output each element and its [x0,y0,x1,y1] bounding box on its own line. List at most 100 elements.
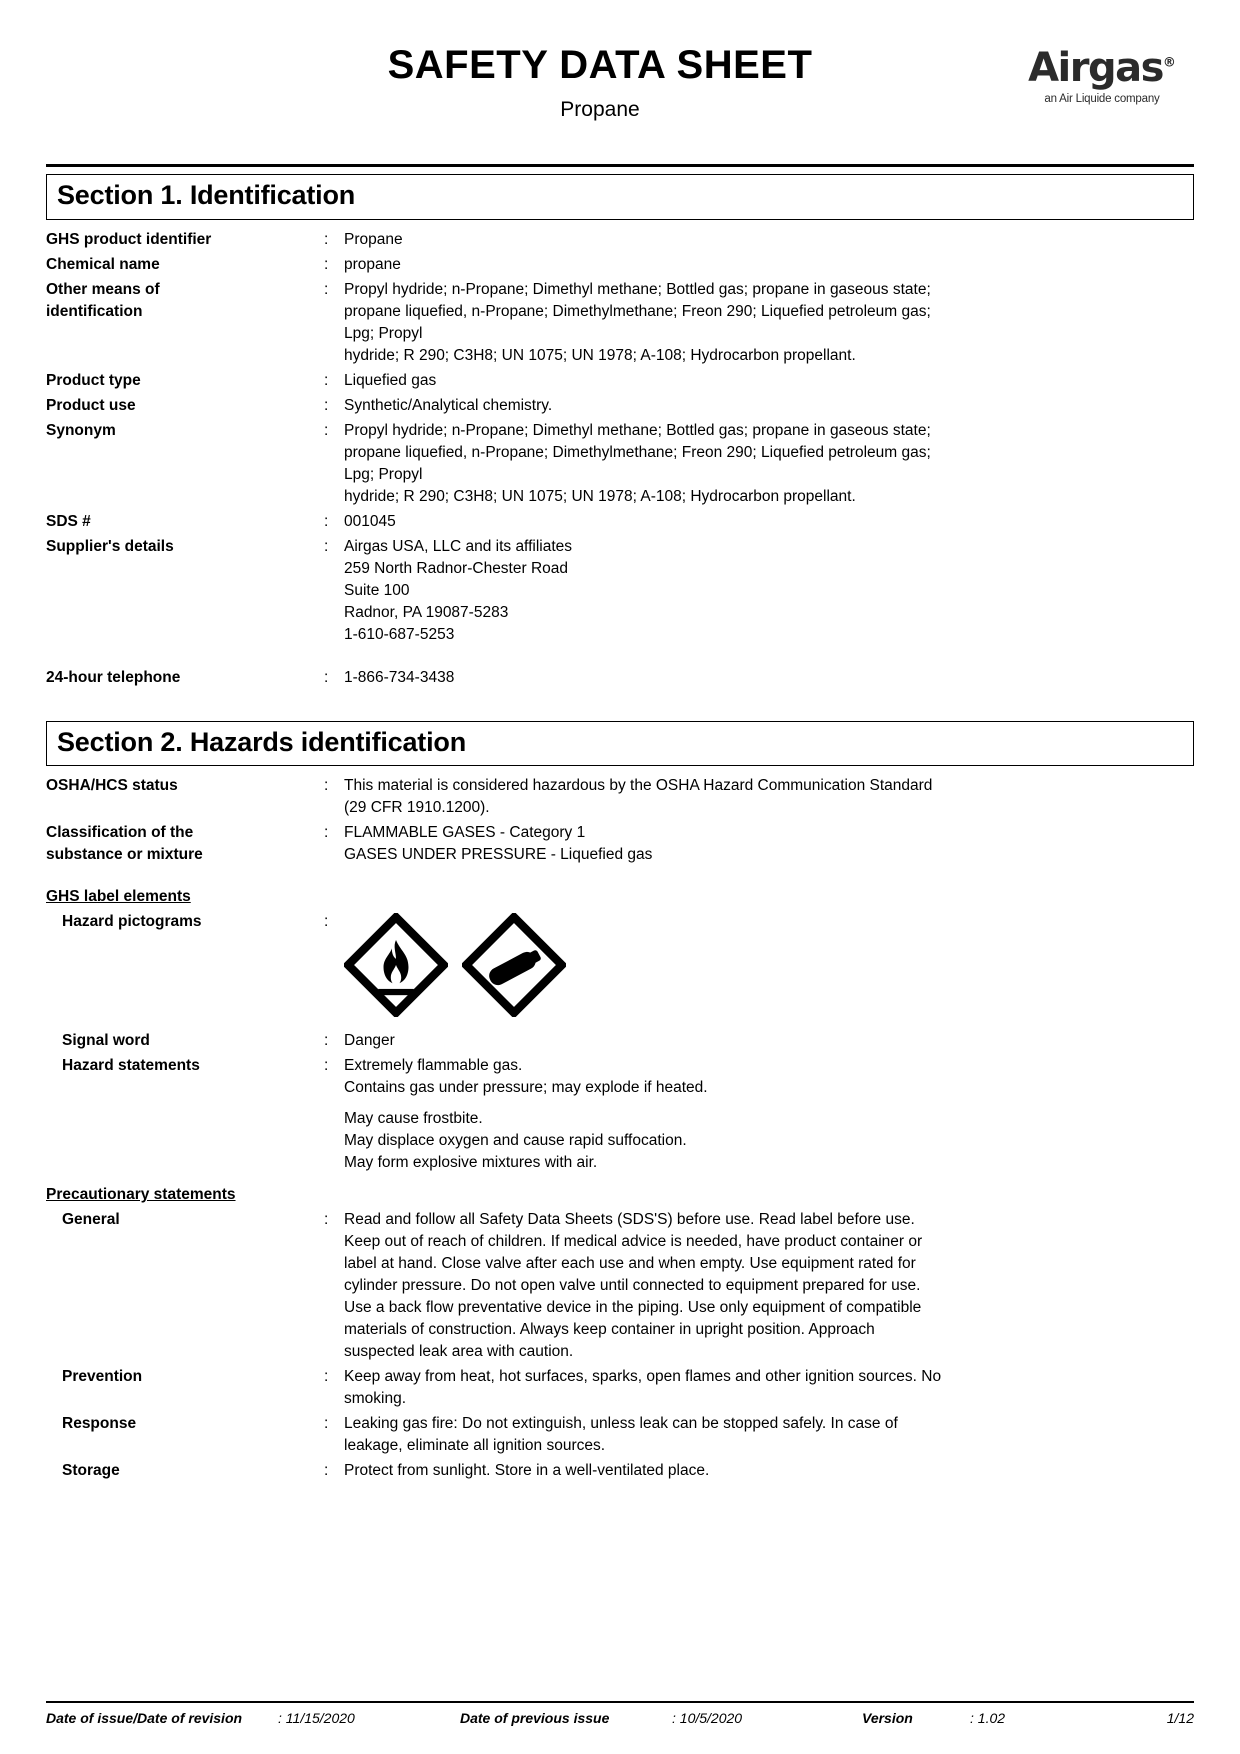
footer-previous-issue-label: Date of previous issue [460,1710,610,1726]
row-colon: : [324,255,329,273]
row-value: Protect from sunlight. Store in a well-v… [344,1459,1194,1482]
section-2-banner: Section 2. Hazards identification [46,720,1194,767]
section-2-title: Section 2. Hazards identification [57,726,466,757]
text-line: Leaking gas fire: Do not extinguish, unl… [344,1415,898,1433]
row-precaution-general: General : Read and follow all Safety Dat… [46,1208,1194,1363]
sds-page: SAFETY DATA SHEET Propane Airgas® an Air… [0,0,1240,1754]
footer-row: Date of issue/Date of revision : 11/15/2… [46,1703,1194,1726]
text-line: Keep away from heat, hot surfaces, spark… [344,1368,942,1386]
row-colon: : [324,913,329,931]
row-label: General [62,1211,120,1229]
row-value: Read and follow all Safety Data Sheets (… [344,1208,1194,1363]
brand-wordmark-text: Airgas [1028,45,1164,91]
row-value: 1-866-734-3438 [344,668,455,686]
section-1-rows: GHS product identifier : Propane Chemica… [46,228,1194,689]
text-line: May displace oxygen and cause rapid suff… [344,1132,687,1150]
footer-previous-issue-value: : 10/5/2020 [672,1710,743,1726]
row-value: FLAMMABLE GASES - Category 1 GASES UNDER… [344,821,1194,866]
row-product-type: Product type : Liquefied gas [46,369,1194,392]
text-line: (29 CFR 1910.1200). [344,799,490,817]
text-line: Protect from sunlight. Store in a well-v… [344,1462,710,1480]
text-line: Radnor, PA 19087-5283 [344,603,509,621]
row-label: SDS # [46,512,91,530]
gas-cylinder-pictogram [462,913,566,1018]
row-label: Synonym [46,421,116,439]
row-label: Prevention [62,1368,143,1386]
row-value: Synthetic/Analytical chemistry. [344,396,553,414]
row-hazard-pictograms: Hazard pictograms : [46,910,1194,1018]
text-line: materials of construction. Always keep c… [344,1321,875,1339]
row-colon: : [324,824,329,842]
row-label: Hazard pictograms [62,913,202,931]
section-2-rows: OSHA/HCS status : This material is consi… [46,774,1194,1482]
text-line: Extremely flammable gas. [344,1057,523,1075]
row-value [344,910,1194,1018]
header-divider [46,164,1194,167]
row-colon: : [324,1415,329,1433]
row-sds-number: SDS # : 001045 [46,510,1194,533]
row-suppliers-details: Supplier's details : Airgas USA, LLC and… [46,535,1194,646]
row-precaution-response: Response : Leaking gas fire: Do not exti… [46,1412,1194,1457]
row-value: Extremely flammable gas. Contains gas un… [344,1054,1194,1174]
row-label: Classification of the substance or mixtu… [46,824,203,864]
registered-trademark-icon: ® [1162,55,1176,71]
footer-version-value: : 1.02 [970,1710,1006,1726]
text-line: Lpg; Propyl [344,324,423,342]
row-value: Propyl hydride; n-Propane; Dimethyl meth… [344,419,1194,508]
brand-wordmark: Airgas® [1010,48,1194,88]
row-colon: : [324,1211,329,1229]
row-label: Product use [46,396,136,414]
text-line: suspected leak area with caution. [344,1343,574,1361]
row-colon: : [324,1032,329,1050]
row-synonym: Synonym : Propyl hydride; n-Propane; Dim… [46,419,1194,508]
pictogram-group [344,911,1194,1018]
row-colon: : [324,1462,329,1480]
row-label: Supplier's details [46,537,174,555]
row-signal-word: Signal word : Danger [46,1029,1194,1052]
text-line: Keep out of reach of children. If medica… [344,1233,923,1251]
row-value: Leaking gas fire: Do not extinguish, unl… [344,1412,1194,1457]
row-colon: : [324,371,329,389]
row-colon: : [324,1368,329,1386]
row-value: 001045 [344,512,396,530]
text-line: May form explosive mixtures with air. [344,1154,598,1172]
text-line: FLAMMABLE GASES - Category 1 [344,824,586,842]
row-other-means-of-identification: Other means of identification : Propyl h… [46,278,1194,367]
ghs-label-elements-heading: GHS label elements [46,888,191,906]
row-precaution-prevention: Prevention : Keep away from heat, hot su… [46,1365,1194,1410]
flame-pictogram [344,913,448,1018]
row-osha-hcs-status: OSHA/HCS status : This material is consi… [46,774,1194,819]
row-colon: : [324,421,329,439]
text-line: Read and follow all Safety Data Sheets (… [344,1211,915,1229]
row-colon: : [324,512,329,530]
product-name-subtitle: Propane [560,98,640,121]
row-value: Propyl hydride; n-Propane; Dimethyl meth… [344,278,1194,367]
text-line: propane liquefied, n-Propane; Dimethylme… [344,443,931,461]
text-line: label at hand. Close valve after each us… [344,1255,916,1273]
row-product-use: Product use : Synthetic/Analytical chemi… [46,394,1194,417]
row-colon: : [324,1057,329,1075]
row-label: OSHA/HCS status [46,777,178,795]
text-line: Use a back flow preventative device in t… [344,1299,922,1317]
text-line: 259 North Radnor-Chester Road [344,559,569,577]
row-colon: : [324,537,329,555]
page-title: SAFETY DATA SHEET [387,43,813,87]
row-colon: : [324,668,329,686]
row-value: This material is considered hazardous by… [344,774,1194,819]
text-line: hydride; R 290; C3H8; UN 1075; UN 1978; … [344,346,856,364]
ghs-label-elements-heading-wrap: GHS label elements [46,878,1194,910]
row-value: Keep away from heat, hot surfaces, spark… [344,1365,1194,1410]
row-colon: : [324,230,329,248]
text-line: Lpg; Propyl [344,465,423,483]
footer-issue-value: : 11/15/2020 [278,1710,355,1726]
airgas-logo: Airgas® an Air Liquide company [1010,48,1194,105]
text-line: Airgas USA, LLC and its affiliates [344,537,573,555]
precautionary-heading-wrap: Precautionary statements [46,1176,1194,1208]
row-colon: : [324,777,329,795]
text-line: Propyl hydride; n-Propane; Dimethyl meth… [344,280,931,298]
text-line: Suite 100 [344,581,410,599]
